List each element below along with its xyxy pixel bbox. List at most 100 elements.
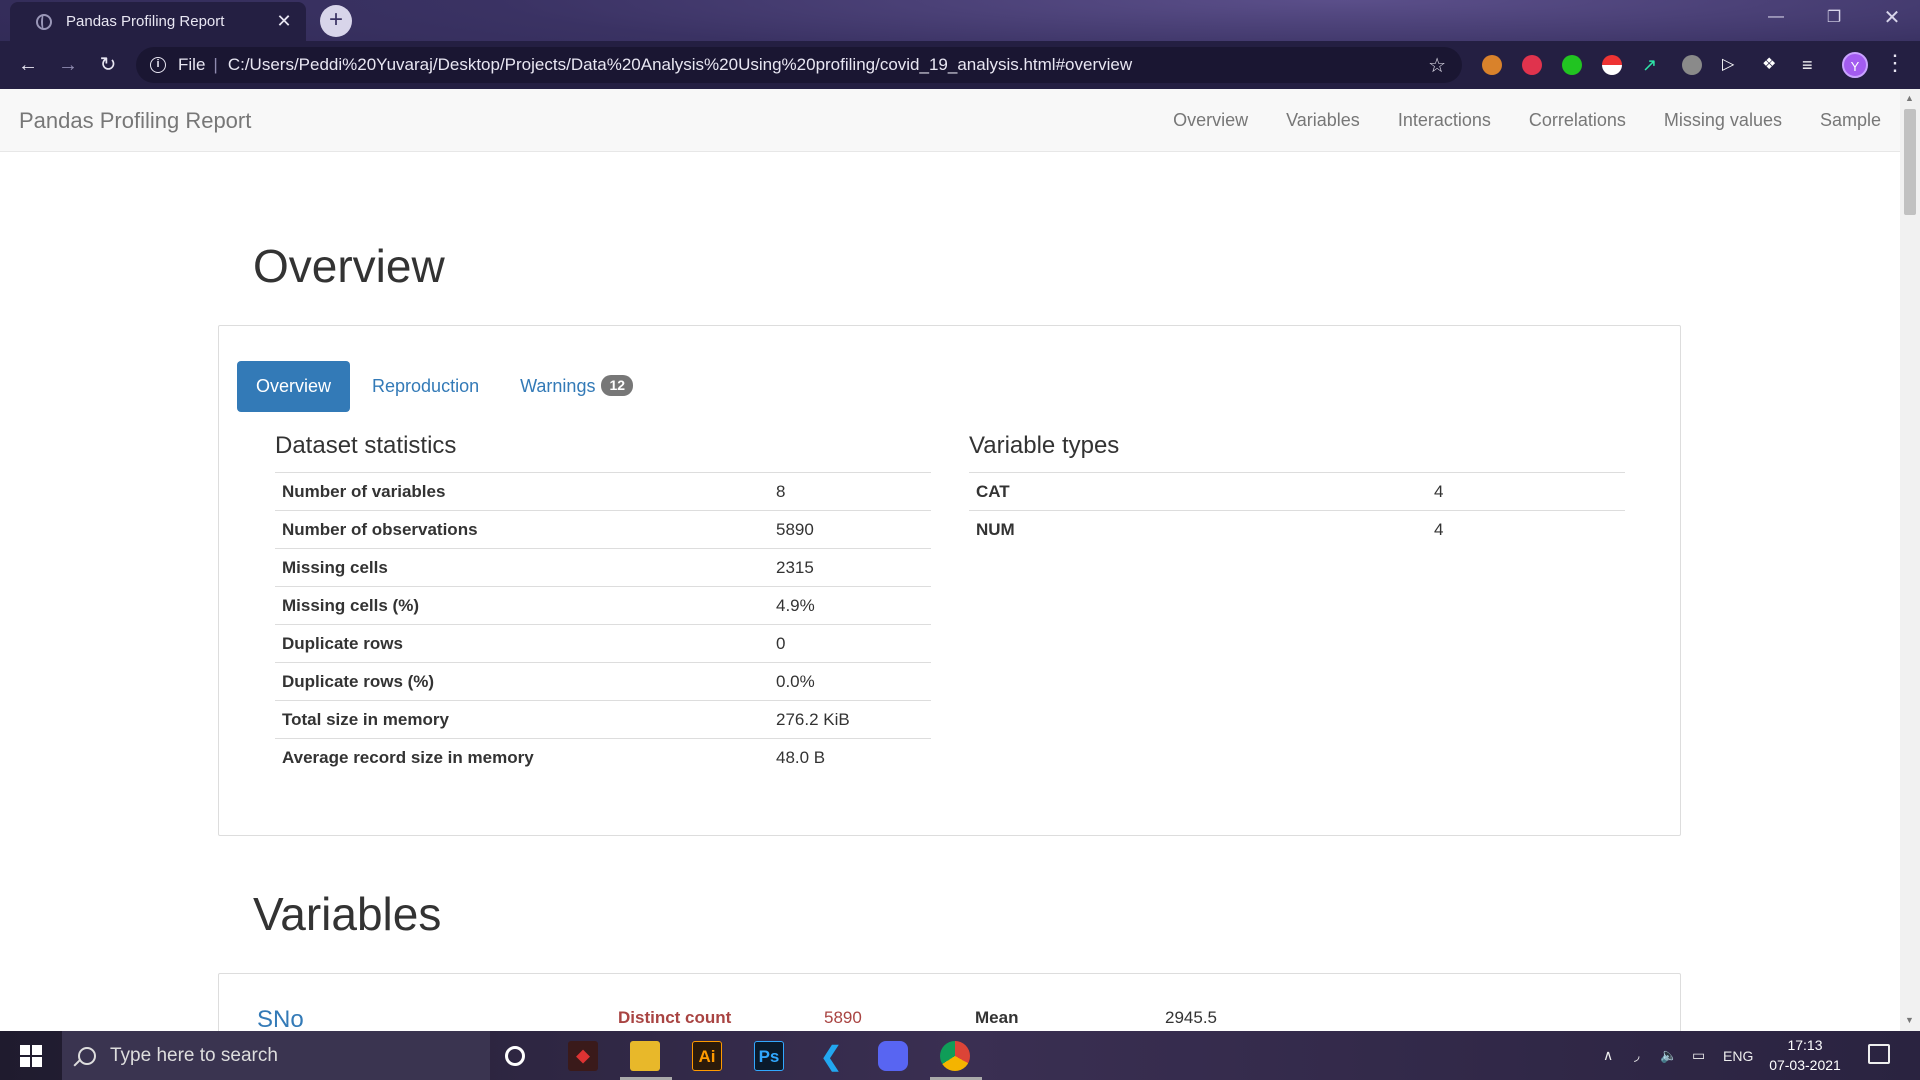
- url-text[interactable]: C:/Users/Peddi%20Yuvaraj/Desktop/Project…: [228, 55, 1132, 75]
- taskbar-clock[interactable]: 17:13 07-03-2021: [1765, 1035, 1845, 1075]
- file-explorer-icon[interactable]: [630, 1041, 660, 1071]
- table-row: Duplicate rows 0: [275, 624, 931, 663]
- notification-center-icon[interactable]: [1868, 1044, 1890, 1064]
- restore-button[interactable]: ❐: [1806, 0, 1862, 34]
- stat-label: Total size in memory: [275, 700, 769, 739]
- battery-icon[interactable]: ▭: [1692, 1031, 1705, 1080]
- warnings-count-badge: 12: [601, 375, 634, 396]
- media-control-icon[interactable]: ≡: [1802, 55, 1822, 75]
- show-hidden-icons[interactable]: ∧: [1603, 1031, 1613, 1080]
- table-row: Duplicate rows (%) 0.0%: [275, 662, 931, 701]
- type-value: 4: [1427, 510, 1625, 549]
- puzzle-extensions-icon[interactable]: ❖: [1762, 55, 1782, 75]
- stat-value: 8: [769, 472, 931, 511]
- tab-warnings[interactable]: Warnings 12: [501, 361, 652, 412]
- nav-link-sample[interactable]: Sample: [1801, 89, 1900, 152]
- browser-tab[interactable]: Pandas Profiling Report ✕: [10, 2, 306, 41]
- nav-link-interactions[interactable]: Interactions: [1379, 89, 1510, 152]
- dark-mode-extension-icon[interactable]: [1682, 55, 1702, 75]
- arrow-extension-icon[interactable]: ↗: [1642, 55, 1662, 75]
- cookie-extension-icon[interactable]: [1482, 55, 1502, 75]
- profile-avatar[interactable]: Y: [1842, 52, 1868, 78]
- address-bar[interactable]: i File | C:/Users/Peddi%20Yuvaraj/Deskto…: [136, 47, 1462, 83]
- nav-link-missing-values[interactable]: Missing values: [1645, 89, 1801, 152]
- minimize-button[interactable]: —: [1748, 0, 1804, 34]
- photoshop-icon[interactable]: Ps: [754, 1041, 784, 1071]
- illustrator-icon[interactable]: Ai: [692, 1041, 722, 1071]
- browser-menu-icon[interactable]: ⋮: [1884, 50, 1906, 76]
- table-row: Number of observations 5890: [275, 510, 931, 549]
- nav-link-correlations[interactable]: Correlations: [1510, 89, 1645, 152]
- cortana-icon[interactable]: [505, 1046, 525, 1066]
- clock-date: 07-03-2021: [1769, 1057, 1841, 1073]
- stat-label: Number of variables: [275, 472, 769, 511]
- stat-label: Average record size in memory: [275, 738, 769, 777]
- tab-strip: Pandas Profiling Report ✕ + — ❐ ✕: [0, 0, 1920, 41]
- distinct-count-value: 5890: [824, 1008, 862, 1027]
- scroll-up-arrow-icon[interactable]: ▲: [1905, 93, 1914, 103]
- globe-icon: [36, 13, 52, 30]
- variable-types-title: Variable types: [969, 432, 1120, 459]
- browser-chrome: Pandas Profiling Report ✕ + — ❐ ✕ ← → ↻ …: [0, 0, 1920, 89]
- language-indicator[interactable]: ENG: [1723, 1031, 1753, 1080]
- info-icon[interactable]: i: [150, 57, 166, 73]
- url-scheme: File: [178, 55, 206, 74]
- taskbar-search[interactable]: Type here to search: [62, 1031, 490, 1080]
- stat-label: Duplicate rows: [275, 624, 769, 663]
- bookmark-star-icon[interactable]: ☆: [1428, 53, 1446, 78]
- mean-label: Mean: [975, 1008, 1019, 1027]
- stat-value: 0.0%: [769, 662, 931, 701]
- taskbar-search-placeholder: Type here to search: [110, 1044, 278, 1066]
- type-value: 4: [1427, 472, 1625, 511]
- tab-title: Pandas Profiling Report: [66, 13, 225, 30]
- reload-button[interactable]: ↻: [94, 51, 122, 79]
- table-row: Average record size in memory 48.0 B: [275, 738, 931, 777]
- search-icon: [78, 1046, 96, 1065]
- browser-toolbar: ← → ↻ i File | C:/Users/Peddi%20Yuvaraj/…: [0, 41, 1920, 89]
- nav-link-variables[interactable]: Variables: [1267, 89, 1379, 152]
- new-tab-button[interactable]: +: [320, 5, 352, 37]
- dataset-statistics-title: Dataset statistics: [275, 432, 457, 459]
- vscode-icon[interactable]: ❮: [816, 1041, 846, 1071]
- windows-start-icon[interactable]: [20, 1045, 42, 1067]
- stat-value: 2315: [769, 548, 931, 587]
- variable-types-table: CAT 4 NUM 4: [969, 472, 1625, 549]
- scrollbar-thumb[interactable]: [1904, 109, 1916, 215]
- type-label: CAT: [969, 472, 1427, 511]
- pokeball-extension-icon[interactable]: [1602, 55, 1622, 75]
- scroll-down-arrow-icon[interactable]: ▼: [1905, 1015, 1914, 1025]
- chrome-icon[interactable]: [940, 1041, 970, 1071]
- extension-icon[interactable]: [1522, 55, 1542, 75]
- tab-overview[interactable]: Overview: [237, 361, 351, 412]
- thumbs-up-extension-icon[interactable]: [1562, 55, 1582, 75]
- predator-app-icon[interactable]: ◆: [568, 1041, 598, 1071]
- distinct-count-label: Distinct count: [618, 1008, 732, 1027]
- dataset-statistics-table: Number of variables 8 Number of observati…: [275, 472, 931, 777]
- stat-value: 0: [769, 624, 931, 663]
- stat-value: 5890: [769, 510, 931, 549]
- table-row: Total size in memory 276.2 KiB: [275, 700, 931, 739]
- stat-value: 48.0 B: [769, 738, 931, 777]
- stat-value: 4.9%: [769, 586, 931, 625]
- overview-tabs: Overview Reproduction Warnings 12: [237, 361, 655, 412]
- variables-heading: Variables: [253, 888, 442, 940]
- table-row: Missing cells 2315: [275, 548, 931, 587]
- back-button[interactable]: ←: [14, 51, 42, 79]
- stat-label: Missing cells: [275, 548, 769, 587]
- cursor-icon: ▷: [1722, 56, 1735, 73]
- overview-panel: Overview Reproduction Warnings 12 Dataset…: [218, 325, 1681, 836]
- tab-reproduction[interactable]: Reproduction: [353, 361, 498, 412]
- table-row: NUM 4: [969, 510, 1625, 549]
- close-tab-icon[interactable]: ✕: [274, 11, 294, 32]
- network-icon[interactable]: ◞: [1634, 1031, 1639, 1080]
- page-scrollbar[interactable]: ▲ ▼: [1900, 89, 1920, 1031]
- table-row: CAT 4: [969, 472, 1625, 511]
- nav-link-overview[interactable]: Overview: [1154, 89, 1267, 152]
- volume-icon[interactable]: 🔈: [1660, 1031, 1677, 1080]
- forward-button[interactable]: →: [54, 51, 82, 79]
- report-brand[interactable]: Pandas Profiling Report: [19, 108, 251, 134]
- variables-panel: SNo Distinct count 5890 Mean 2945.5: [218, 973, 1681, 1031]
- close-window-button[interactable]: ✕: [1864, 0, 1920, 34]
- variable-name-link[interactable]: SNo: [257, 1006, 304, 1031]
- discord-icon[interactable]: [878, 1041, 908, 1071]
